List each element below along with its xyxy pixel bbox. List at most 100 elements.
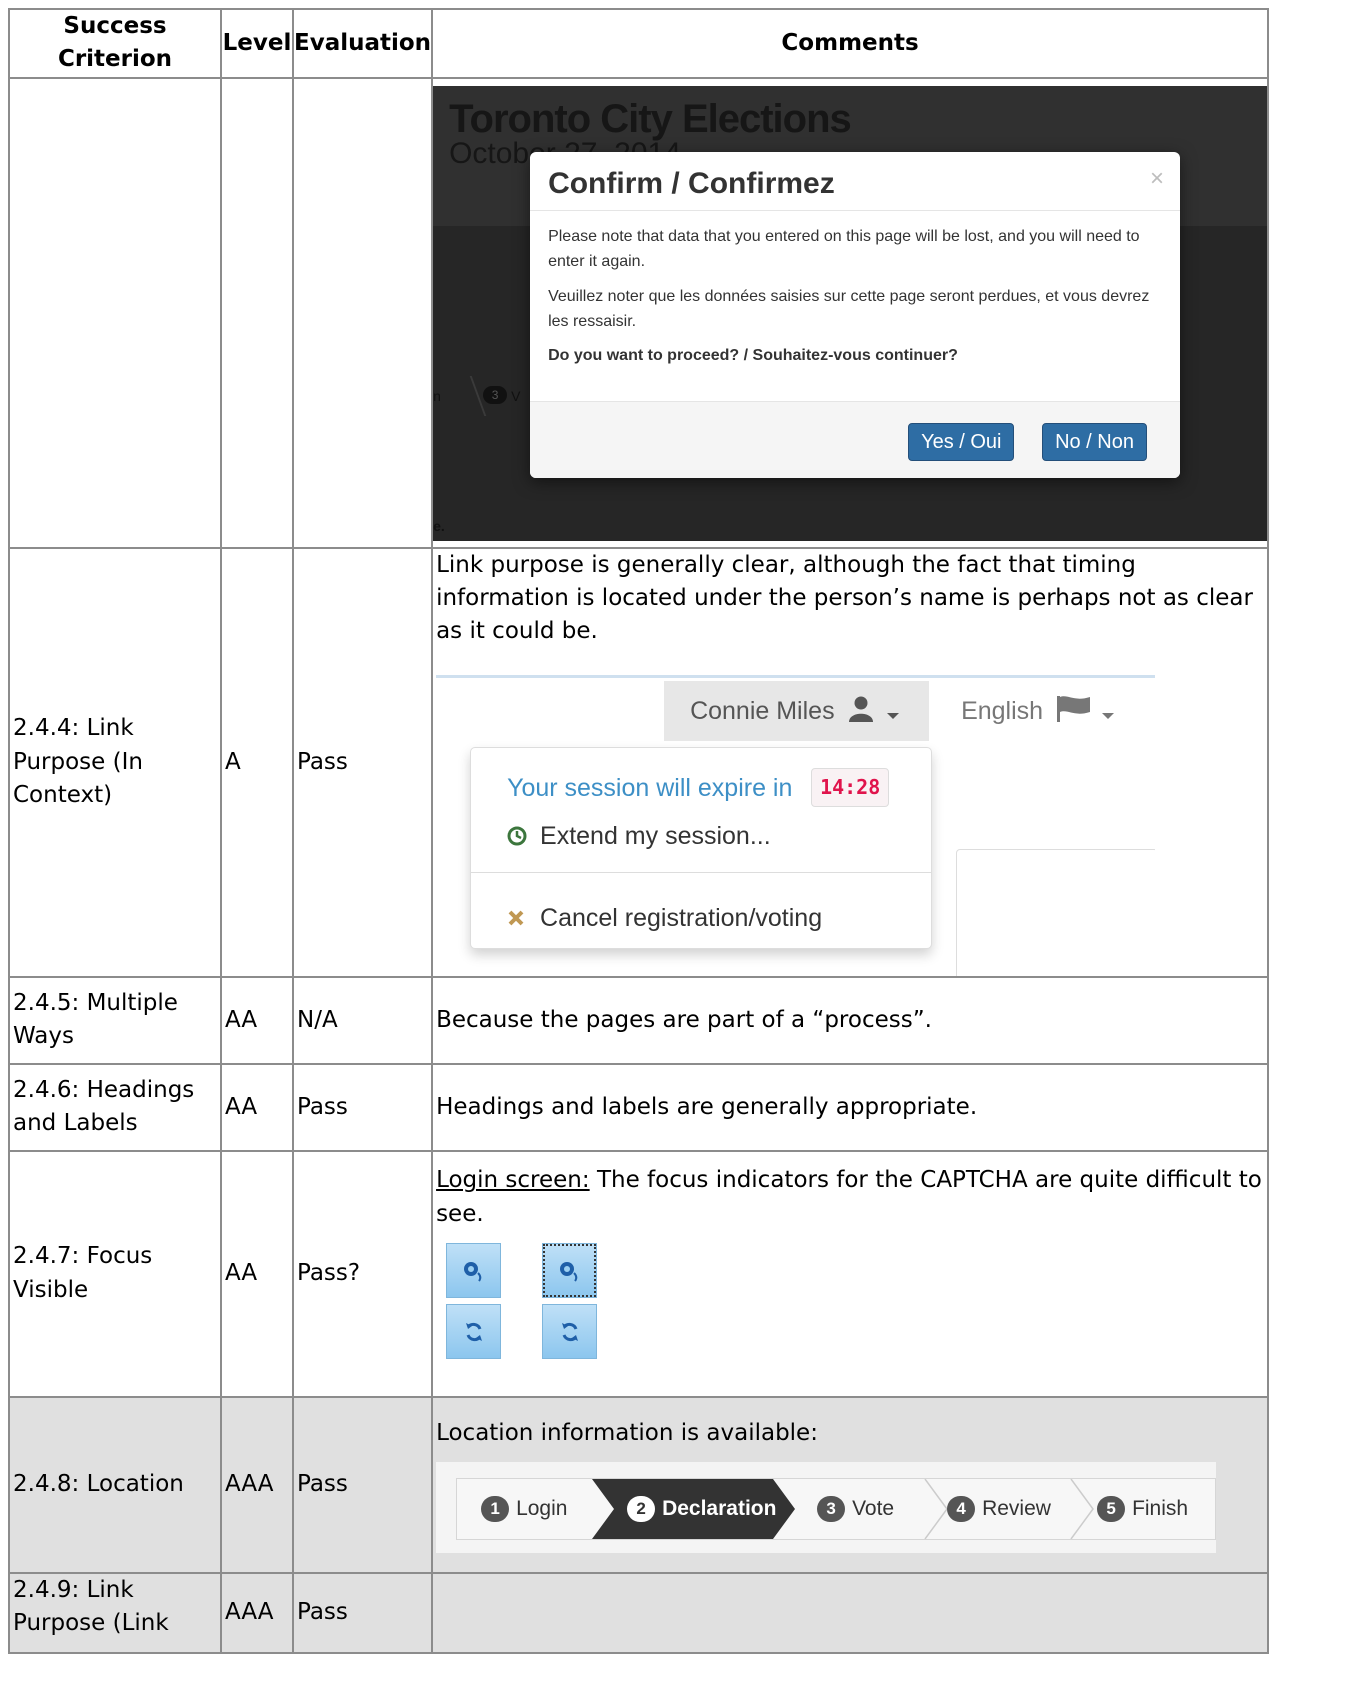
- language-menu[interactable]: English: [961, 681, 1115, 741]
- criterion-cell: 2.4.8: Location: [8, 1395, 222, 1574]
- captcha-controls: [436, 1243, 636, 1383]
- extend-session-label: Extend my session...: [540, 821, 771, 850]
- audio-icon: [559, 1261, 577, 1282]
- dialog-footer: Yes / Oui No / Non: [530, 401, 1181, 479]
- comment-cell: [431, 1571, 1270, 1654]
- evaluation-cell: N/A: [291, 975, 434, 1065]
- no-button[interactable]: No / Non: [1042, 423, 1147, 462]
- progress-steps: 1 Login 2 Declaration 3 Vote 4 Review 5 Finis…: [456, 1477, 1217, 1540]
- table-row: 2.4.4: Link Purpose (In Context) A Pass …: [8, 546, 1270, 978]
- background-step-badge: 3: [483, 386, 508, 405]
- extend-session-link[interactable]: Extend my session...: [507, 818, 771, 854]
- step-login[interactable]: 1 Login: [481, 1479, 567, 1539]
- user-icon: [848, 696, 873, 722]
- comment-cell: Location information is available: 1 Logi…: [431, 1395, 1270, 1574]
- step-number: 3: [817, 1495, 846, 1522]
- user-menu-button[interactable]: Connie Miles: [664, 680, 930, 741]
- header-row: Success Criterion Level Evaluation Comme…: [8, 8, 1270, 79]
- progress-steps-screenshot: 1 Login 2 Declaration 3 Vote 4 Review 5 Finis…: [436, 1461, 1217, 1553]
- step-number: 4: [947, 1495, 976, 1522]
- header-comments: Comments: [431, 8, 1270, 79]
- header-evaluation: Evaluation: [291, 8, 434, 79]
- dialog-header: Confirm / Confirmez ×: [530, 152, 1181, 212]
- dialog-question: Do you want to proceed? / Souhaitez-vous…: [548, 347, 958, 365]
- table-row: 2.4.6: Headings and Labels AA Pass Headi…: [8, 1062, 1270, 1152]
- criterion-cell: 2.4.9: Link Purpose (Link: [8, 1571, 222, 1654]
- evaluation-table: Success Criterion Level Evaluation Comme…: [8, 8, 1270, 1654]
- evaluation-cell: Pass: [291, 1062, 434, 1152]
- modal-screenshot: Toronto City Elections October 27, 2014 …: [433, 86, 1268, 542]
- step-label: Finish: [1132, 1496, 1189, 1520]
- evaluation-cell: Pass?: [291, 1149, 434, 1398]
- criterion-cell: 2.4.7: Focus Visible: [8, 1149, 222, 1398]
- language-label: English: [961, 696, 1044, 725]
- captcha-audio-button[interactable]: [446, 1243, 502, 1299]
- level-cell: AAA: [220, 1395, 294, 1574]
- evaluation-cell: [291, 76, 434, 549]
- step-review[interactable]: 4 Review: [947, 1479, 1051, 1539]
- caret-down-icon: [1101, 712, 1114, 719]
- evaluation-cell: Pass: [291, 1395, 434, 1574]
- criterion-cell: 2.4.5: Multiple Ways: [8, 975, 222, 1065]
- dialog-text-english: Please note that data that you entered o…: [548, 228, 1140, 270]
- comment-text: Login screen: The focus indicators for t…: [436, 1164, 1264, 1231]
- comment-cell: Because the pages are part of a “process…: [431, 975, 1270, 1065]
- user-name: Connie Miles: [690, 696, 835, 725]
- audio-icon: [463, 1261, 481, 1282]
- step-number: 1: [481, 1495, 510, 1522]
- yes-button[interactable]: Yes / Oui: [908, 423, 1015, 462]
- evaluation-cell: Pass: [291, 1571, 434, 1654]
- session-screenshot: Connie Miles English Your session will e…: [436, 660, 1156, 976]
- comment-text: Link purpose is generally clear, althoug…: [436, 551, 1253, 645]
- dialog-body: Please note that data that you entered o…: [530, 211, 1180, 369]
- session-dropdown: Your session will expire in 14:28 Extend…: [470, 746, 933, 949]
- step-label: Vote: [852, 1496, 895, 1520]
- comment-label: Login screen:: [436, 1167, 590, 1194]
- refresh-icon: [465, 1322, 482, 1341]
- caret-down-icon: [887, 712, 900, 719]
- step-finish[interactable]: 5 Finish: [1097, 1479, 1188, 1539]
- captcha-refresh-button[interactable]: [446, 1304, 502, 1360]
- level-cell: AA: [220, 1149, 294, 1398]
- captcha-audio-button-focused[interactable]: [542, 1243, 598, 1299]
- comment-cell: Login screen: The focus indicators for t…: [431, 1149, 1270, 1398]
- table-row: 2.4.5: Multiple Ways AA N/A Because the …: [8, 975, 1270, 1065]
- chevron-divider: [449, 376, 487, 417]
- header-level: Level: [220, 8, 294, 79]
- dropdown-divider: [471, 871, 932, 873]
- flag-icon: [1057, 695, 1091, 722]
- step-vote[interactable]: 3 Vote: [817, 1479, 894, 1539]
- evaluation-cell: Pass: [291, 546, 434, 978]
- session-timer: 14:28: [811, 767, 890, 807]
- background-text-fragment: e.: [433, 518, 445, 535]
- cancel-registration-label: Cancel registration/voting: [540, 903, 823, 932]
- level-cell: A: [220, 546, 294, 978]
- comment-cell: Link purpose is generally clear, althoug…: [431, 546, 1270, 978]
- background-crumb-fragment: V: [511, 388, 521, 405]
- step-label: Declaration: [662, 1496, 777, 1520]
- step-label: Review: [982, 1496, 1051, 1520]
- comment-text: Location information is available:: [436, 1419, 818, 1446]
- criterion-cell: 2.4.6: Headings and Labels: [8, 1062, 222, 1152]
- dialog-title: Confirm / Confirmez: [548, 167, 835, 201]
- step-label: Login: [516, 1496, 568, 1520]
- close-icon[interactable]: ×: [1150, 162, 1164, 197]
- confirm-dialog: Confirm / Confirmez × Please note that d…: [530, 152, 1181, 479]
- background-panel: [956, 848, 1156, 976]
- background-crumb-fragment: n: [433, 388, 441, 405]
- criterion-cell: 2.4.4: Link Purpose (In Context): [8, 546, 222, 978]
- step-declaration[interactable]: 2 Declaration: [627, 1479, 776, 1539]
- navbar-border: [436, 674, 1156, 678]
- header-criterion: Success Criterion: [8, 8, 222, 79]
- criterion-cell: [8, 76, 222, 549]
- cancel-registration-link[interactable]: Cancel registration/voting: [507, 900, 822, 936]
- level-cell: [220, 76, 294, 549]
- level-cell: AAA: [220, 1571, 294, 1654]
- table-row: 2.4.8: Location AAA Pass Location inform…: [8, 1395, 1270, 1574]
- clock-icon: [507, 826, 527, 846]
- refresh-icon: [561, 1322, 578, 1341]
- step-number: 2: [627, 1495, 656, 1522]
- comment-cell: Toronto City Elections October 27, 2014 …: [431, 76, 1270, 549]
- captcha-refresh-button[interactable]: [542, 1304, 598, 1360]
- x-icon: [508, 910, 524, 926]
